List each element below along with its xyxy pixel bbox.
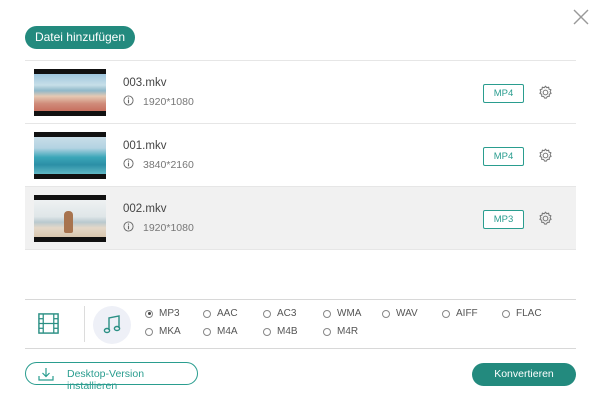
film-icon[interactable] [37,312,60,335]
add-file-button[interactable]: Datei hinzufügen [25,26,135,49]
format-option-flac[interactable]: FLAC [502,308,542,319]
file-row[interactable]: 001.mkv 3840*2160 MP4 [25,123,576,186]
output-format-button[interactable]: MP4 [483,84,524,103]
radio-button[interactable] [263,327,271,336]
radio-button[interactable] [263,309,271,318]
video-thumbnail [34,132,106,179]
file-list: 003.mkv 1920*1080 MP4 001.mkv 3840*2160 … [25,60,576,250]
format-option-wma[interactable]: WMA [323,308,361,319]
format-option-aiff[interactable]: AIFF [442,308,478,319]
radio-button[interactable] [442,309,450,318]
file-row[interactable]: 003.mkv 1920*1080 MP4 [25,60,576,123]
radio-button[interactable] [145,309,153,318]
file-resolution: 1920*1080 [143,96,194,108]
file-name: 003.mkv [123,77,167,89]
radio-button[interactable] [145,327,153,336]
video-thumbnail [34,195,106,242]
format-option-ac3[interactable]: AC3 [263,308,296,319]
settings-gear-icon[interactable] [538,85,553,100]
info-icon[interactable] [123,221,134,232]
converter-dialog: Datei hinzufügen 003.mkv 1920*1080 MP4 0… [0,0,600,411]
format-option-m4b[interactable]: M4B [263,326,298,337]
format-option-mp3[interactable]: MP3 [145,308,180,319]
install-desktop-button[interactable]: Desktop-Version installieren [25,362,198,392]
download-icon [38,368,54,381]
radio-button[interactable] [203,309,211,318]
info-icon[interactable] [123,95,134,106]
close-icon[interactable] [572,8,590,26]
file-row[interactable]: 002.mkv 1920*1080 MP3 [25,186,576,250]
file-resolution: 3840*2160 [143,159,194,171]
settings-gear-icon[interactable] [538,211,553,226]
output-format-button[interactable]: MP4 [483,147,524,166]
format-option-m4r[interactable]: M4R [323,326,358,337]
format-option-aac[interactable]: AAC [203,308,238,319]
format-option-wav[interactable]: WAV [382,308,418,319]
install-label: Desktop-Version installieren [67,368,145,392]
video-thumbnail [34,69,106,116]
radio-button[interactable] [323,327,331,336]
info-icon[interactable] [123,158,134,169]
file-resolution: 1920*1080 [143,222,194,234]
file-name: 001.mkv [123,140,167,152]
music-note-icon [103,315,121,334]
audio-tab[interactable] [93,306,131,344]
format-panel: MP3 AAC AC3 WMA WAV AIFF FLAC MKA M4A M4… [25,299,576,349]
radio-button[interactable] [203,327,211,336]
format-option-mka[interactable]: MKA [145,326,181,337]
convert-button[interactable]: Konvertieren [472,363,576,386]
radio-button[interactable] [502,309,510,318]
radio-button[interactable] [382,309,390,318]
radio-button[interactable] [323,309,331,318]
file-name: 002.mkv [123,203,167,215]
settings-gear-icon[interactable] [538,148,553,163]
tab-divider [84,306,85,342]
output-format-button[interactable]: MP3 [483,210,524,229]
format-option-m4a[interactable]: M4A [203,326,238,337]
